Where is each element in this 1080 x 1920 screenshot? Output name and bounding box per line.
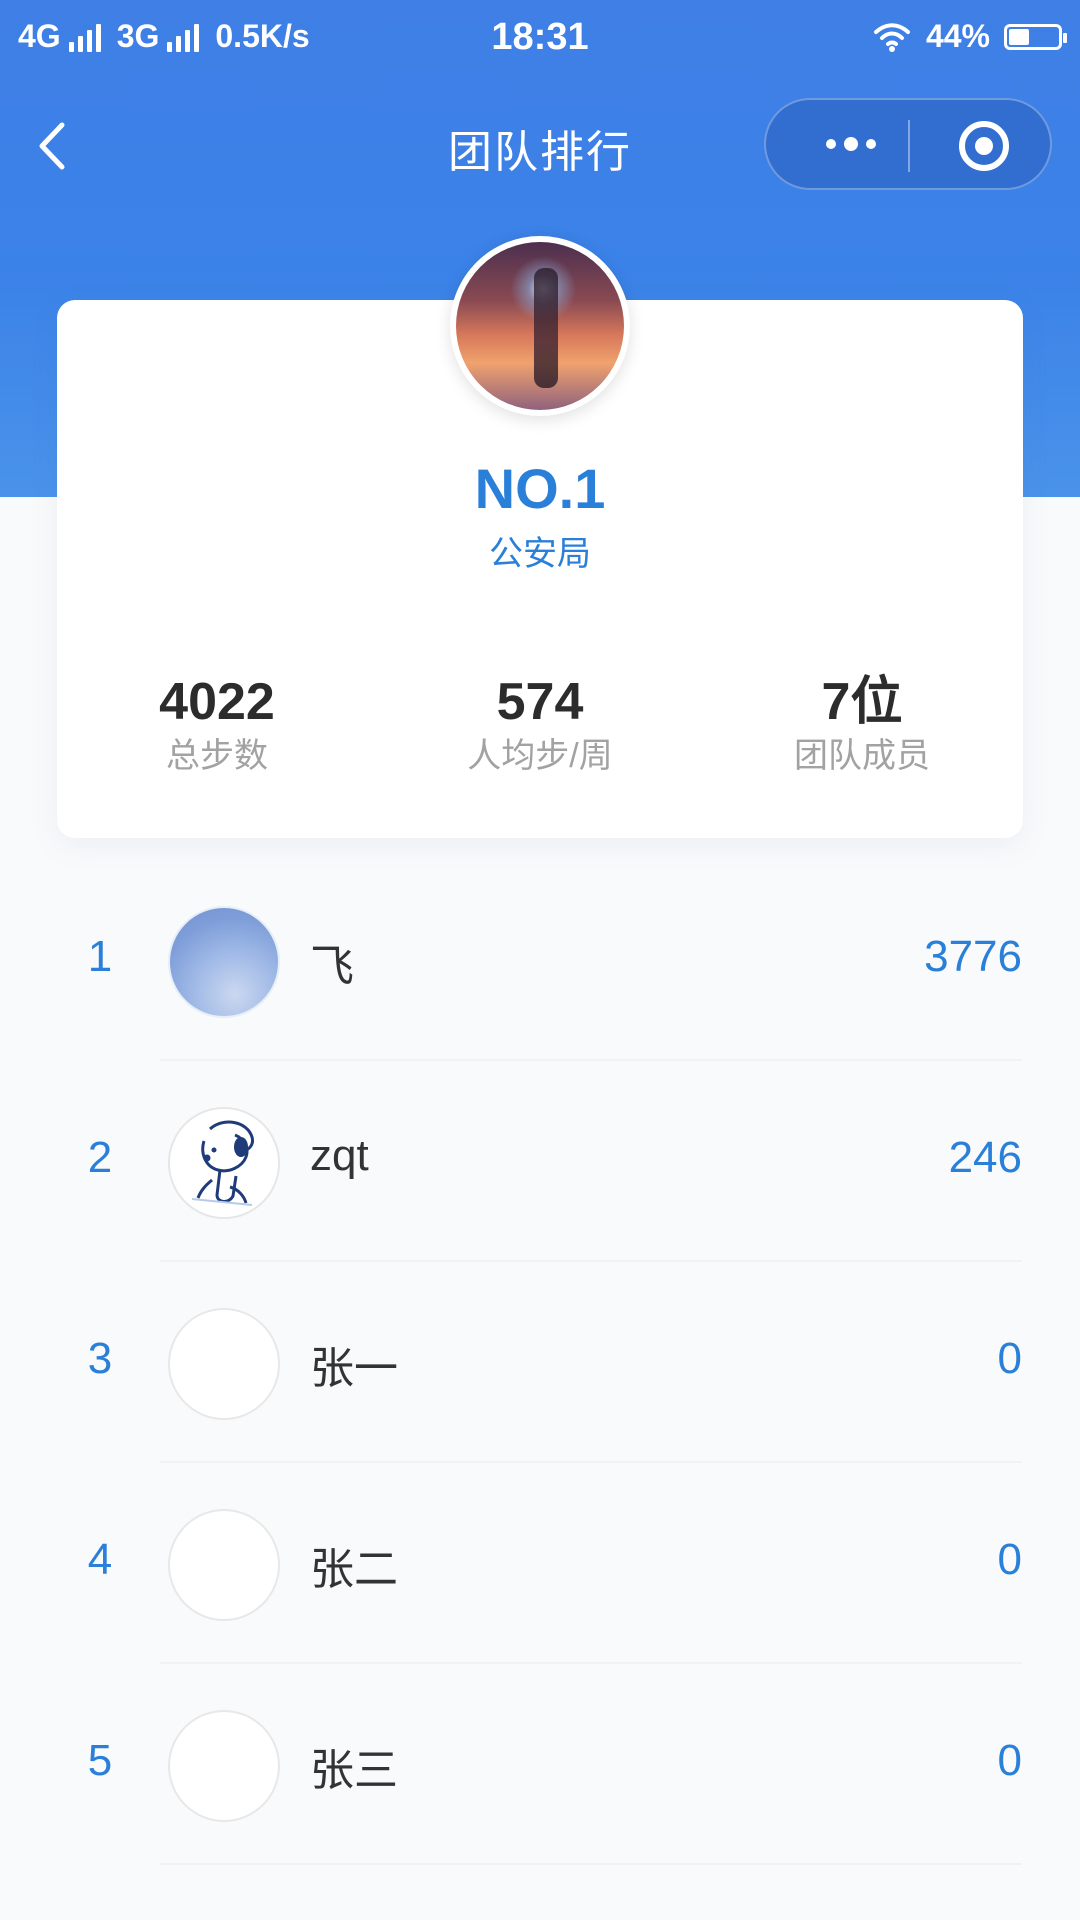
capsule-divider xyxy=(908,120,910,172)
more-button[interactable] xyxy=(804,118,898,170)
stat-value: 7位 xyxy=(821,673,903,731)
top-team-name: 公安局 xyxy=(489,535,591,573)
more-icon xyxy=(826,139,836,149)
rank-number: 5 xyxy=(87,1736,113,1785)
member-steps: 0 xyxy=(997,1334,1022,1383)
team-stats: 4022 总步数 574 人均步/周 7位 团队成员 xyxy=(57,670,1023,790)
member-avatar xyxy=(168,1107,280,1219)
member-avatar xyxy=(168,1509,280,1621)
stat-label: 人均步/周 xyxy=(467,737,613,775)
more-icon xyxy=(844,137,858,151)
member-name: 张三 xyxy=(310,1746,398,1795)
rank-number: 2 xyxy=(87,1133,113,1182)
ranking-row[interactable]: 3 张一 0 xyxy=(0,1262,1080,1463)
status-bar: 4G 3G 0.5K/s 18:31 44% xyxy=(0,0,1080,76)
more-icon xyxy=(866,139,876,149)
member-name: zqt xyxy=(310,1131,369,1180)
battery-icon xyxy=(1004,23,1067,50)
team-avatar xyxy=(450,236,630,416)
mini-program-capsule xyxy=(764,98,1052,190)
member-steps: 246 xyxy=(948,1133,1022,1182)
member-avatar xyxy=(168,906,280,1018)
snoopy-avatar-icon xyxy=(170,1109,278,1217)
member-name: 张一 xyxy=(310,1344,398,1393)
device-status: 44% xyxy=(872,18,1067,55)
battery-percent: 44% xyxy=(925,18,990,54)
top-rank-label: NO.1 xyxy=(474,457,606,520)
member-steps: 3776 xyxy=(924,932,1022,981)
target-icon[interactable] xyxy=(956,118,1012,174)
rank-number: 1 xyxy=(87,932,113,981)
stat-value: 574 xyxy=(496,673,584,731)
stat-label: 总步数 xyxy=(166,737,268,775)
stat-total-steps: 4022 总步数 xyxy=(97,670,337,778)
ranking-row[interactable]: 4 张二 0 xyxy=(0,1463,1080,1664)
member-name: 张二 xyxy=(310,1545,398,1594)
stat-value: 4022 xyxy=(159,673,275,731)
ranking-row[interactable]: 1 飞 3776 xyxy=(0,860,1080,1061)
wifi-icon xyxy=(873,22,910,52)
stat-team-members: 7位 团队成员 xyxy=(742,670,982,778)
stat-label: 团队成员 xyxy=(794,737,930,775)
rank-number: 4 xyxy=(87,1535,113,1584)
ranking-row[interactable]: 5 张三 0 xyxy=(0,1664,1080,1865)
member-name: 飞 xyxy=(310,942,354,991)
rank-number: 3 xyxy=(87,1334,113,1383)
avatar-figure xyxy=(534,268,558,388)
member-avatar xyxy=(168,1308,280,1420)
ranking-list: 1 飞 3776 2 zqt 246 3 张一 0 4 张二 0 5 张三 0 xyxy=(0,860,1080,1865)
member-avatar xyxy=(168,1710,280,1822)
member-steps: 0 xyxy=(997,1535,1022,1584)
ranking-row[interactable]: 2 zqt 246 xyxy=(0,1061,1080,1262)
team-avatar-image xyxy=(456,242,624,410)
row-divider xyxy=(160,1863,1022,1865)
stat-average-steps: 574 人均步/周 xyxy=(420,670,660,778)
member-steps: 0 xyxy=(997,1736,1022,1785)
